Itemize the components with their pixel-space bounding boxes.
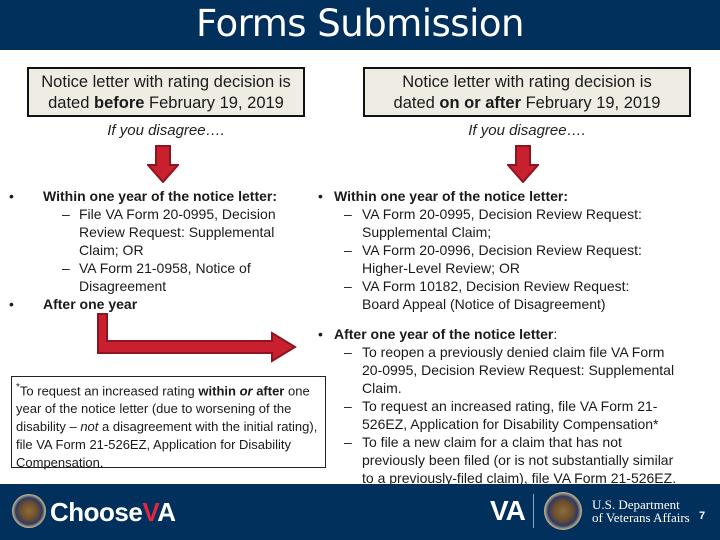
sub-text: VA Form 20-0995, Decision Review Request…: [362, 205, 642, 241]
sub-text: File VA Form 20-0995, Decision Review Re…: [79, 205, 276, 259]
dash-icon: –: [344, 206, 352, 222]
sub-line: Supplemental Claim;: [362, 224, 492, 240]
va-department-seal-icon: [544, 492, 582, 530]
note-bold: after: [252, 383, 285, 399]
sub-text: VA Form 21-0958, Notice of Disagreement: [79, 259, 251, 295]
brand-a: A: [157, 497, 176, 527]
sub-item: – To reopen a previously denied claim fi…: [310, 343, 720, 397]
header-suffix: February 19, 2019: [521, 94, 661, 112]
sub-line: Claim.: [362, 380, 402, 396]
header-line1: Notice letter with rating decision is: [41, 73, 291, 91]
bullet-icon: •: [318, 188, 323, 204]
note-text: To request an increased rating: [19, 383, 199, 399]
sub-text: VA Form 10182, Decision Review Request: …: [362, 277, 629, 313]
sub-line: Higher-Level Review; OR: [362, 260, 520, 276]
bullet-label: Within one year of the notice letter:: [43, 188, 278, 204]
disagree-text-right: If you disagree….: [468, 122, 586, 139]
list-item: • Within one year of the notice letter:: [0, 187, 310, 205]
header-line2: dated on or after February 19, 2019: [365, 93, 689, 114]
sub-line: VA Form 20-0995, Decision Review Request…: [362, 206, 642, 222]
sub-text: To request an increased rating, file VA …: [362, 397, 659, 433]
increased-rating-note: *To request an increased rating within o…: [11, 376, 326, 470]
sub-item: – To file a new claim for a claim that h…: [310, 433, 720, 487]
sub-item: – To request an increased rating, file V…: [310, 397, 720, 433]
sub-line: VA Form 20-0996, Decision Review Request…: [362, 242, 642, 258]
brand-v: V: [142, 497, 158, 527]
down-arrow-icon: [507, 145, 539, 183]
list-item: • After one year: [0, 295, 310, 313]
page-title: Forms Submission: [196, 2, 524, 45]
dash-icon: –: [62, 206, 70, 222]
sub-line: VA Form 21-0958, Notice of: [79, 260, 251, 276]
disagree-text-left: If you disagree….: [107, 122, 225, 139]
right-options-list: • Within one year of the notice letter: …: [310, 187, 720, 487]
brand-choose: Choose: [50, 497, 143, 527]
sub-text: To file a new claim for a claim that has…: [362, 433, 676, 487]
sub-item: – File VA Form 20-0995, Decision Review …: [0, 205, 310, 259]
logo-divider: [533, 494, 534, 528]
choose-va-logo: ChooseVA: [50, 497, 176, 527]
note-bold-italic: or: [239, 383, 253, 399]
sub-line: Claim; OR: [79, 242, 144, 258]
va-wordmark: VA: [490, 495, 526, 526]
bullet-icon: •: [9, 296, 14, 312]
down-arrow-icon: [147, 145, 179, 183]
left-options-list: • Within one year of the notice letter: …: [0, 187, 310, 313]
list-item: • After one year of the notice letter:: [310, 325, 720, 343]
note-bold: within: [198, 383, 240, 399]
sub-item: – VA Form 20-0996, Decision Review Reque…: [310, 241, 720, 277]
department-name: U.S. Department of Veterans Affairs: [592, 498, 690, 524]
va-seal-icon: [12, 494, 46, 528]
sub-text: VA Form 20-0996, Decision Review Request…: [362, 241, 642, 277]
sub-text: To reopen a previously denied claim file…: [362, 343, 674, 397]
sub-line: previously been filed (or is not substan…: [362, 452, 674, 468]
dash-icon: –: [344, 278, 352, 294]
bullet-label-bold: After one year of the notice letter: [334, 326, 554, 342]
bullet-label-suffix: :: [553, 326, 558, 342]
sub-line: 526EZ, Application for Disability Compen…: [362, 416, 659, 432]
sub-line: To request an increased rating, file VA …: [362, 398, 658, 414]
bullet-icon: •: [318, 326, 323, 342]
sub-line: Board Appeal (Notice of Disagreement): [362, 296, 606, 312]
sub-line: File VA Form 20-0995, Decision: [79, 206, 276, 222]
bullet-label: After one year: [43, 296, 138, 312]
header-suffix: February 19, 2019: [144, 94, 284, 112]
header-bold: before: [94, 94, 145, 112]
header-box-before: Notice letter with rating decision is da…: [27, 67, 305, 117]
bullet-icon: •: [9, 188, 14, 204]
sub-line: To reopen a previously denied claim file…: [362, 344, 665, 360]
dept-line2: of Veterans Affairs: [592, 510, 690, 525]
sub-line: 20-0995, Decision Review Request: Supple…: [362, 362, 675, 378]
header-bold: on or after: [439, 94, 522, 112]
header-line2: dated before February 19, 2019: [29, 93, 303, 114]
sub-item: – VA Form 21-0958, Notice of Disagreemen…: [0, 259, 310, 295]
dash-icon: –: [344, 242, 352, 258]
sub-line: VA Form 10182, Decision Review Request:: [362, 278, 630, 294]
dash-icon: –: [62, 260, 70, 276]
page-number: 7: [699, 510, 706, 522]
header-box-after: Notice letter with rating decision is da…: [363, 67, 691, 117]
header-prefix: dated: [48, 94, 94, 112]
dash-icon: –: [344, 344, 352, 360]
dash-icon: –: [344, 434, 352, 450]
bent-right-arrow-icon: [97, 313, 297, 363]
list-item: • Within one year of the notice letter:: [310, 187, 720, 205]
header-line1: Notice letter with rating decision is: [402, 73, 652, 91]
sub-line: Review Request: Supplemental: [79, 224, 275, 240]
header-prefix: dated: [393, 94, 440, 112]
bullet-label: Within one year of the notice letter:: [334, 188, 569, 204]
sub-item: – VA Form 20-0995, Decision Review Reque…: [310, 205, 720, 241]
note-italic: not: [80, 419, 99, 435]
bullet-label: After one year of the notice letter:: [334, 325, 557, 343]
sub-line: Disagreement: [79, 278, 167, 294]
dash-icon: –: [344, 398, 352, 414]
sub-item: – VA Form 10182, Decision Review Request…: [310, 277, 720, 313]
sub-line: To file a new claim for a claim that has…: [362, 434, 622, 450]
